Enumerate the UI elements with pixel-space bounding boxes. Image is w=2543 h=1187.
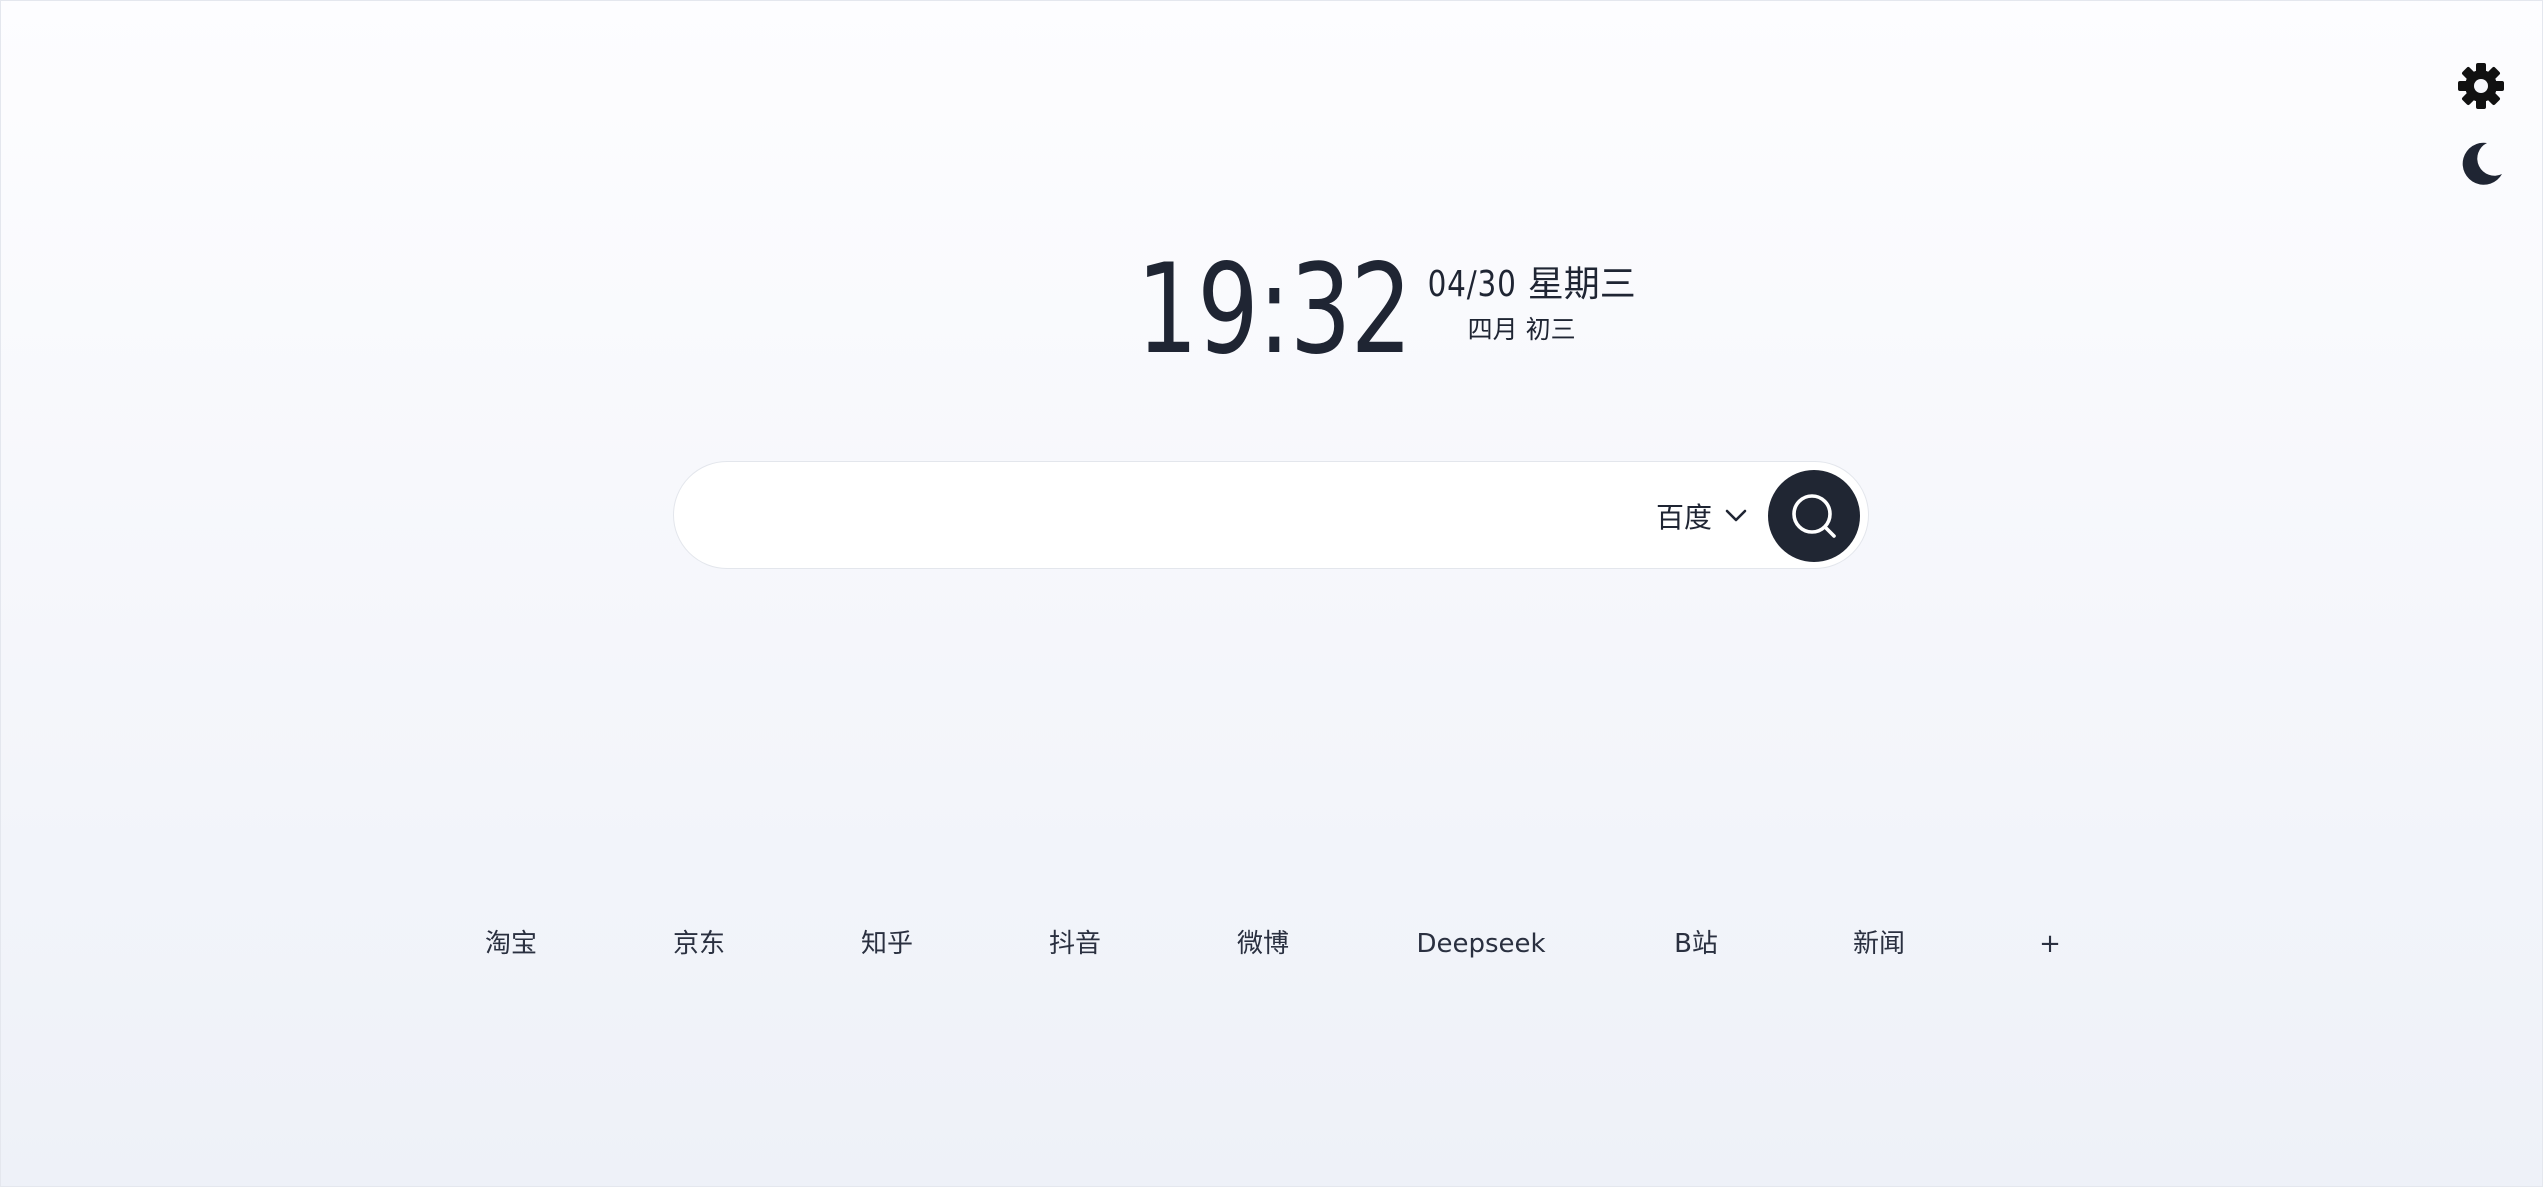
page-frame [0, 0, 2543, 1187]
quick-link-taobao[interactable]: 淘宝 [485, 922, 537, 966]
search-engine-label: 百度 [1656, 501, 1713, 534]
date-block: 04/30 星期三 四月 初三 [1408, 240, 1636, 348]
quick-link-jd[interactable]: 京东 [673, 922, 725, 966]
add-quick-link-button[interactable]: + [2039, 922, 2061, 966]
quick-link-douyin[interactable]: 抖音 [1049, 922, 1101, 966]
chevron-down-icon [1725, 509, 1747, 522]
quick-link-zhihu[interactable]: 知乎 [861, 922, 913, 966]
clock-time: 19:32 [1136, 238, 1413, 382]
settings-button[interactable] [2453, 58, 2509, 114]
search-icon [1792, 494, 1836, 538]
gear-icon [2458, 63, 2504, 109]
search-engine-select[interactable]: 百度 [1656, 492, 1748, 540]
search-input[interactable] [724, 482, 1768, 550]
date-line: 04/30 星期三 [1408, 262, 1636, 308]
clock-inner: 19:32 04/30 星期三 四月 初三 [1059, 240, 1636, 380]
theme-toggle-button[interactable] [2453, 136, 2509, 192]
search-box: 百度 [673, 461, 1869, 569]
quick-link-bilibili[interactable]: B站 [1674, 922, 1718, 966]
corner-controls [2453, 58, 2509, 192]
date-month-day: 04/30 [1427, 264, 1517, 305]
search-button[interactable] [1768, 470, 1860, 562]
quick-link-news[interactable]: 新闻 [1853, 922, 1905, 966]
lunar-month: 四月 [1467, 315, 1518, 344]
moon-icon [2462, 142, 2502, 185]
quick-link-weibo[interactable]: 微博 [1237, 922, 1289, 966]
quick-link-deepseek[interactable]: Deepseek [1416, 922, 1545, 966]
lunar-date: 四月 初三 [1468, 312, 1576, 348]
date-weekday: 星期三 [1527, 264, 1636, 305]
lunar-day: 初三 [1525, 315, 1576, 344]
quick-links: 淘宝 京东 知乎 抖音 微博 Deepseek B站 新闻 + [0, 922, 2543, 966]
clock-widget: 19:32 04/30 星期三 四月 初三 [0, 240, 2543, 380]
